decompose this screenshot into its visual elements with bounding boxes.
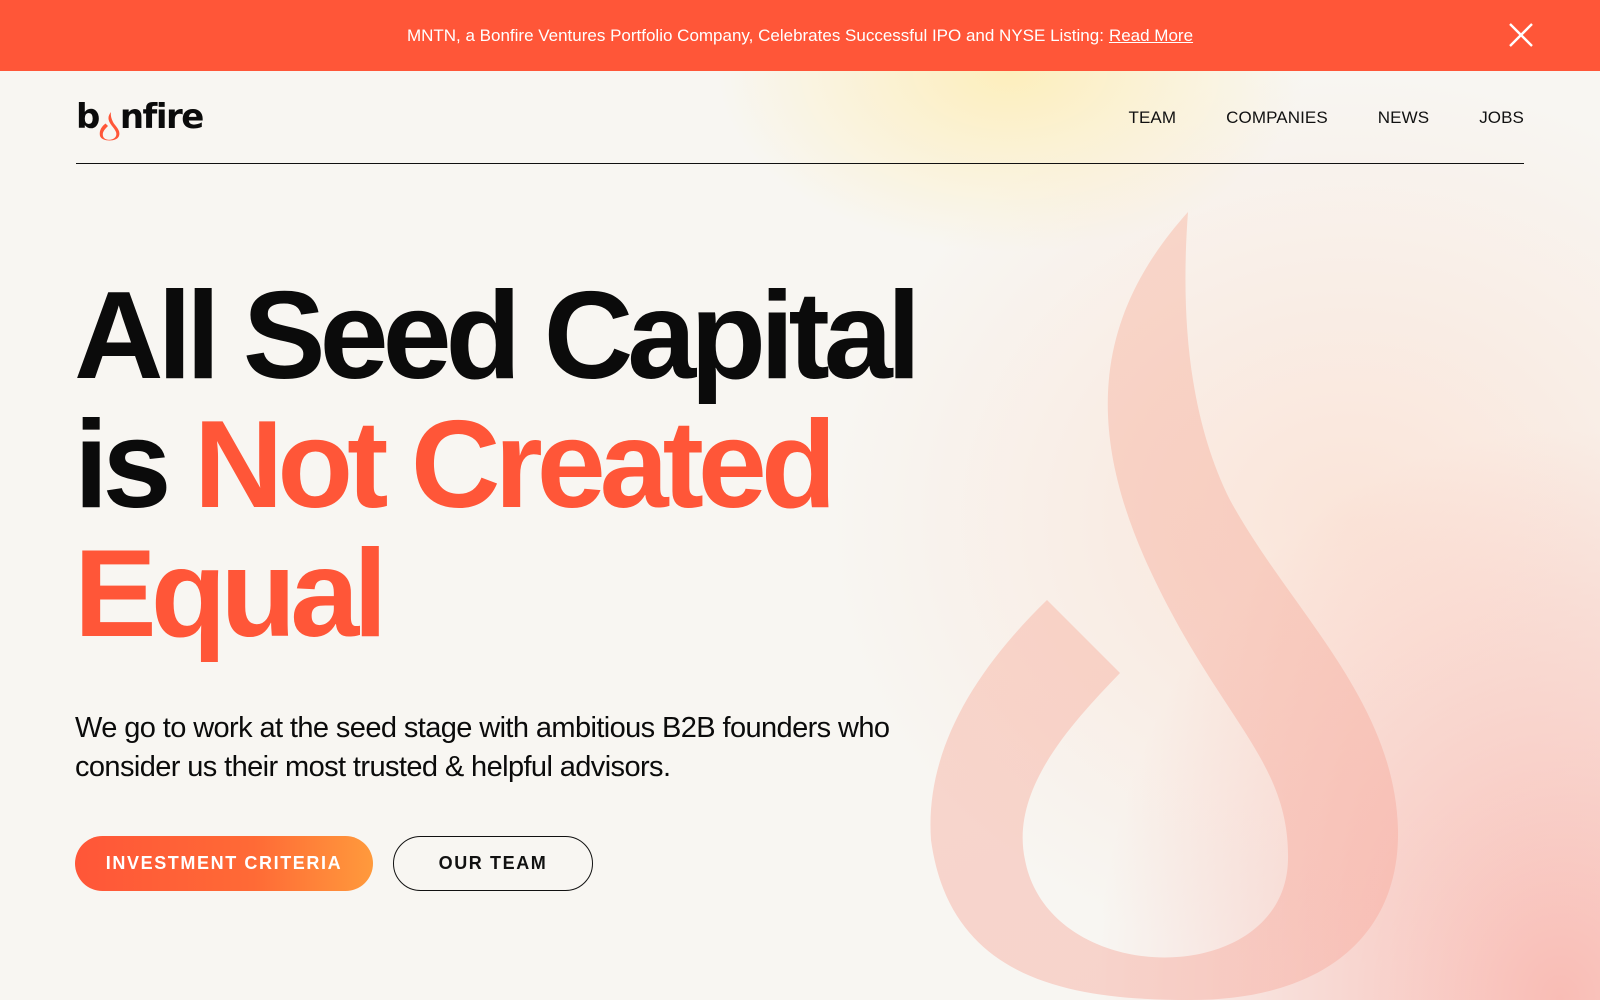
nav-companies[interactable]: COMPANIES <box>1226 108 1328 128</box>
nav-team[interactable]: TEAM <box>1129 108 1177 128</box>
bonfire-logo[interactable]: b nfire <box>76 93 204 141</box>
announcement-bar: MNTN, a Bonfire Ventures Portfolio Compa… <box>0 0 1600 71</box>
hero-title: All Seed Capital is Not Created Equal <box>74 272 974 659</box>
hero-title-accent-2: Equal <box>74 525 388 663</box>
read-more-link[interactable]: Read More <box>1109 26 1193 46</box>
investment-criteria-button[interactable]: INVESTMENT CRITERIA <box>75 836 373 891</box>
nav-jobs[interactable]: JOBS <box>1479 108 1524 128</box>
nav-news[interactable]: NEWS <box>1378 108 1429 128</box>
flame-o-icon <box>99 112 120 141</box>
hero-subtitle: We go to work at the seed stage with amb… <box>75 712 890 783</box>
site-header: b nfire TEAM COMPANIES NEWS JOBS <box>76 71 1524 164</box>
our-team-button[interactable]: OUR TEAM <box>393 836 593 891</box>
announcement-text: MNTN, a Bonfire Ventures Portfolio Compa… <box>406 25 1104 45</box>
hero-title-line1: All Seed Capital <box>74 267 921 405</box>
hero-title-is: is <box>74 396 171 534</box>
flame-watermark-icon <box>930 212 1399 1000</box>
hero-title-accent-1: Not Created <box>193 396 837 534</box>
close-icon[interactable] <box>1506 20 1536 50</box>
main-nav: TEAM COMPANIES NEWS JOBS <box>1079 108 1525 128</box>
